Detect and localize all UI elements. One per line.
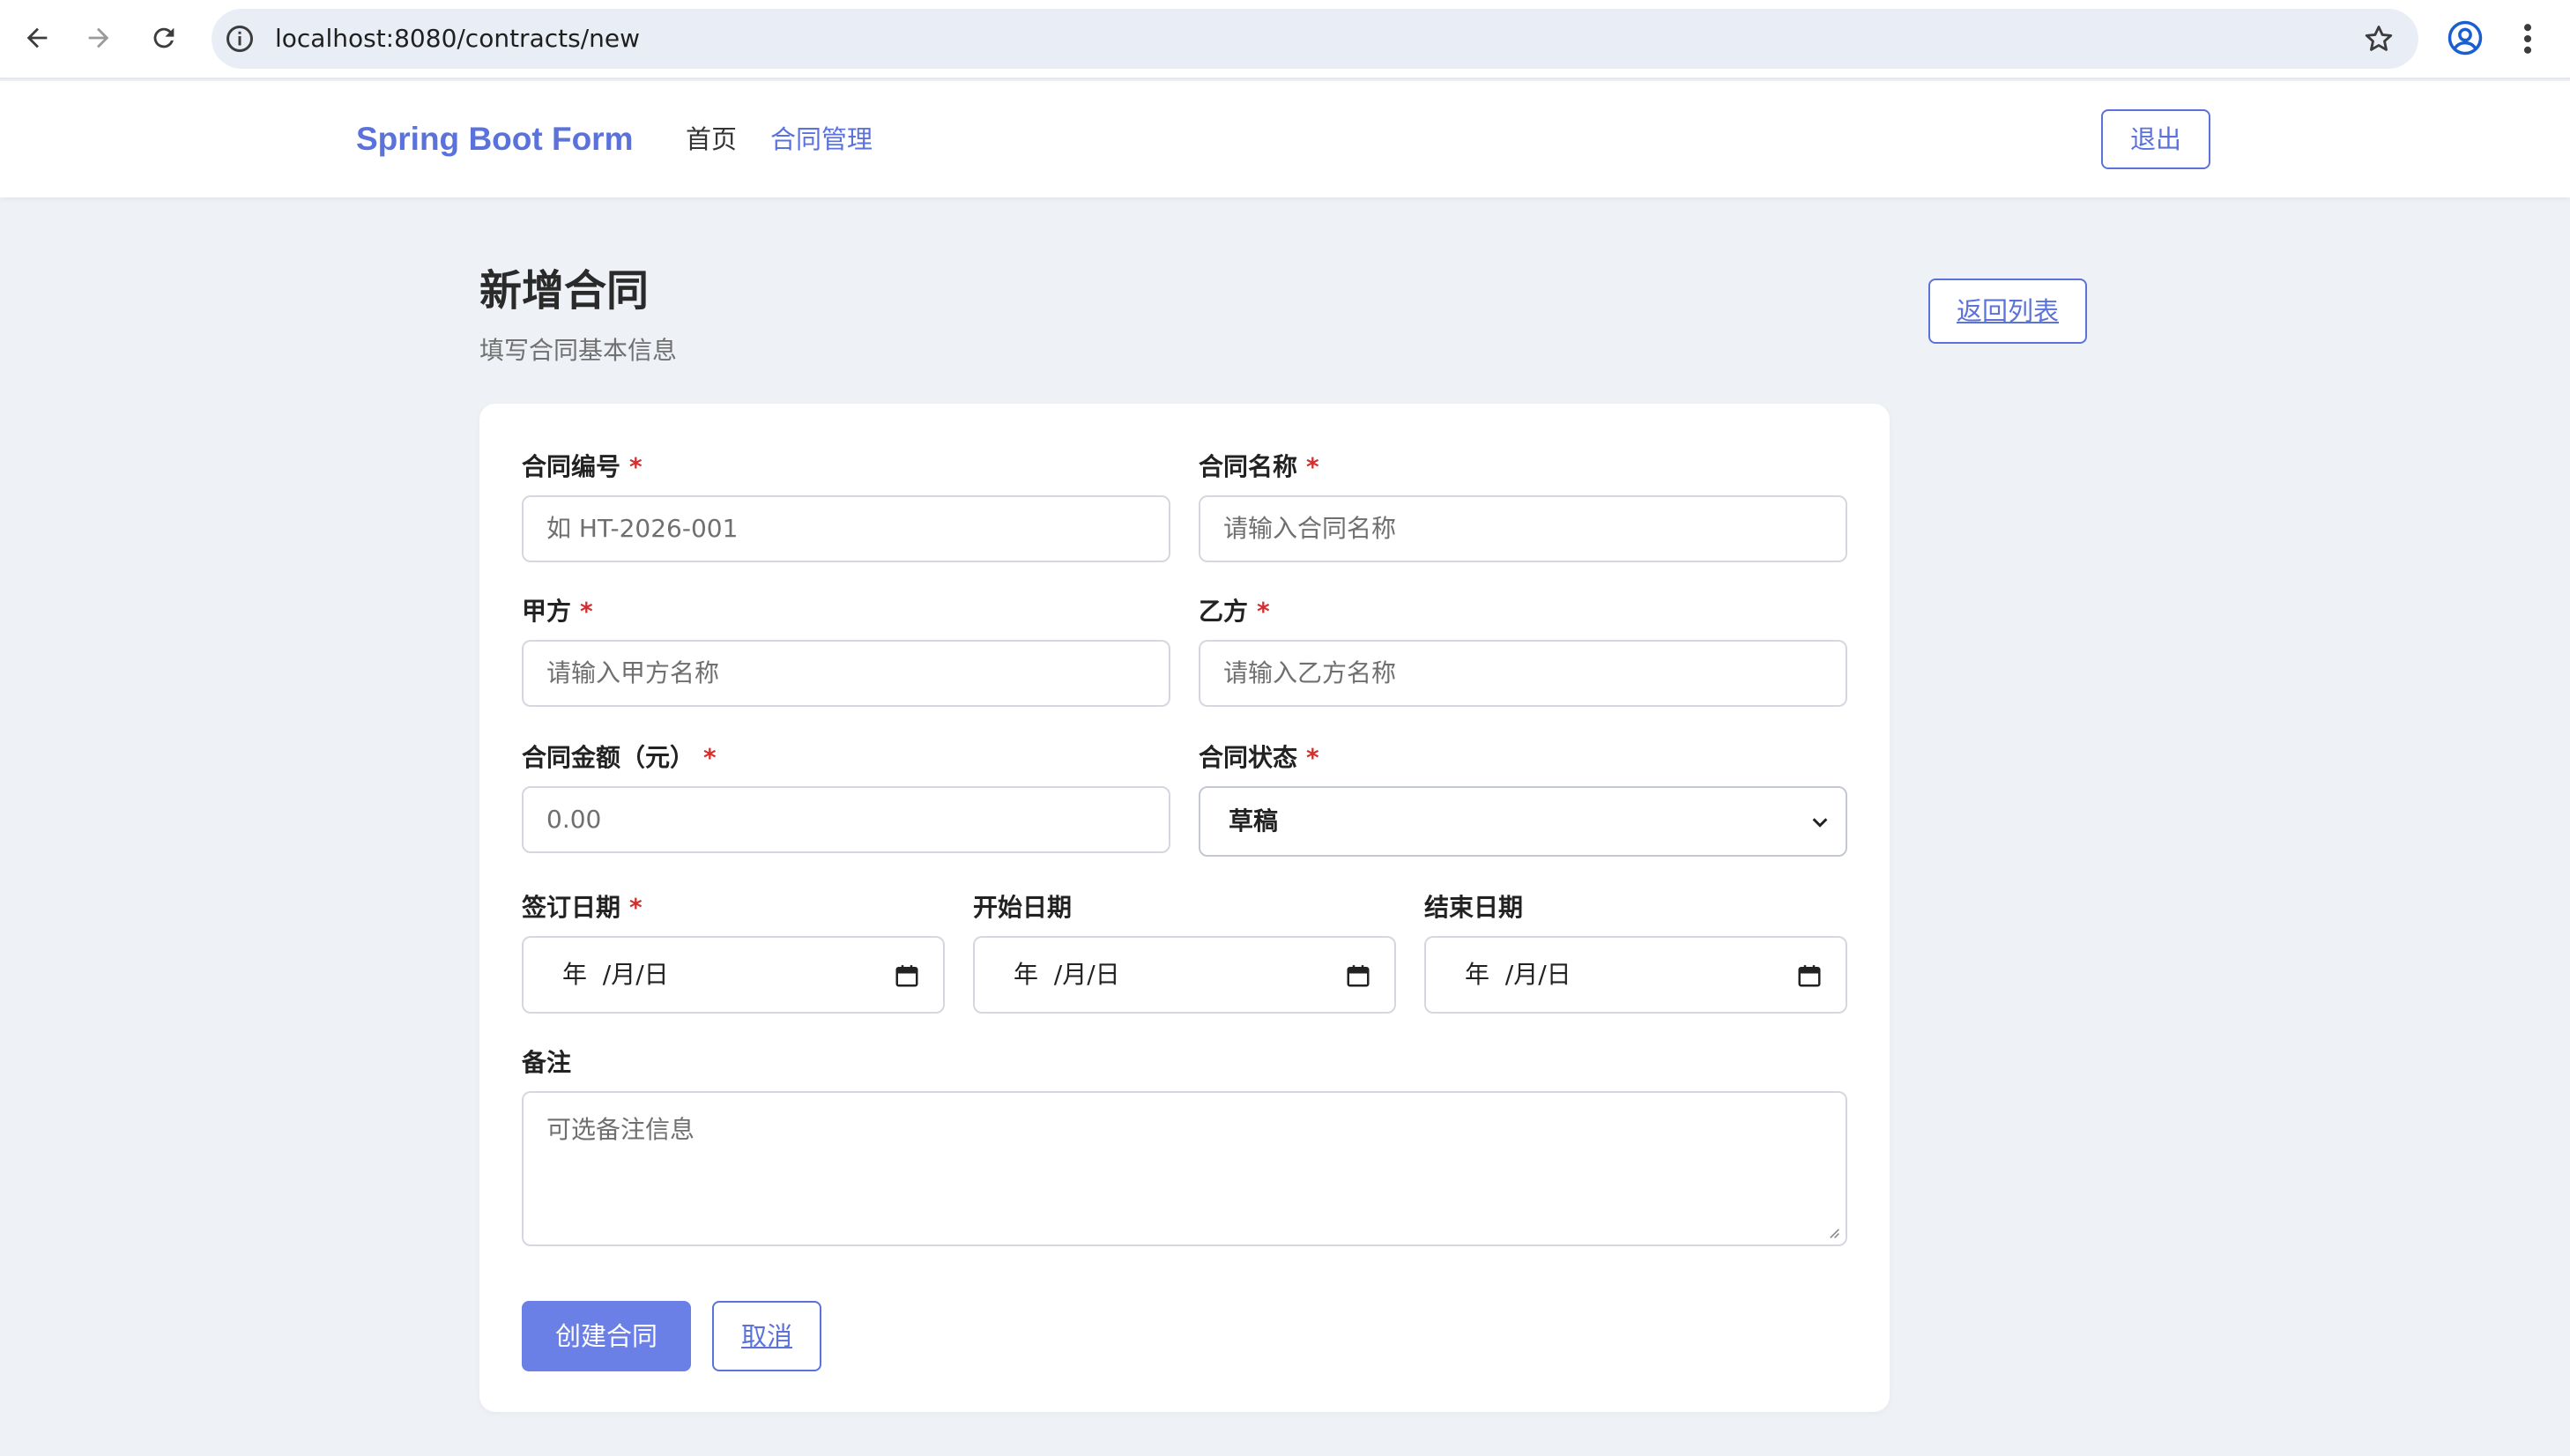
app-navbar: Spring Boot Form 首页 合同管理 退出 <box>0 81 2570 197</box>
status-select[interactable]: 草稿 <box>1199 786 1847 857</box>
party-b-label-text: 乙方 <box>1199 597 1249 626</box>
party-a-input[interactable]: 请输入甲方名称 <box>522 640 1170 707</box>
remark-label: 备注 <box>522 1044 571 1079</box>
party-b-placeholder: 请输入乙方名称 <box>1223 658 1397 687</box>
nav-link-home[interactable]: 首页 <box>686 81 737 197</box>
party-a-label-text: 甲方 <box>522 597 572 626</box>
nav-link-contracts[interactable]: 合同管理 <box>770 81 873 197</box>
browser-toolbar: localhost:8080/contracts/new <box>0 0 2570 79</box>
brand-logo-text[interactable]: Spring Boot Form <box>356 81 633 197</box>
address-bar[interactable]: localhost:8080/contracts/new <box>212 9 2418 69</box>
profile-icon[interactable] <box>2447 19 2484 56</box>
url-text[interactable]: localhost:8080/contracts/new <box>275 9 640 69</box>
sign-date-value: 年 /月/日 <box>562 960 669 989</box>
end-date-value: 年 /月/日 <box>1465 960 1571 989</box>
required-mark: * <box>1306 743 1319 772</box>
end-date-label: 结束日期 <box>1424 888 1523 924</box>
start-date-label-text: 开始日期 <box>973 893 1073 922</box>
logout-button[interactable]: 退出 <box>2101 109 2210 169</box>
end-date-label-text: 结束日期 <box>1424 893 1524 922</box>
contract-no-input[interactable]: 如 HT-2026-001 <box>522 495 1170 562</box>
amount-input[interactable]: 0.00 <box>522 786 1170 853</box>
contract-name-label-text: 合同名称 <box>1199 452 1298 481</box>
end-date-input[interactable]: 年 /月/日 <box>1424 936 1847 1014</box>
contract-no-placeholder: 如 HT-2026-001 <box>546 514 739 543</box>
calendar-icon[interactable] <box>894 962 920 989</box>
back-arrow-icon[interactable] <box>16 17 58 59</box>
page-subtitle: 填写合同基本信息 <box>479 336 678 365</box>
contract-no-label: 合同编号 * <box>522 448 642 483</box>
sign-date-label: 签订日期 * <box>522 888 642 924</box>
amount-label: 合同金额（元） * <box>522 739 717 774</box>
required-mark: * <box>1306 452 1319 481</box>
start-date-label: 开始日期 <box>973 888 1072 924</box>
contract-name-label: 合同名称 * <box>1199 448 1319 483</box>
party-a-placeholder: 请输入甲方名称 <box>546 658 720 687</box>
required-mark: * <box>629 893 642 922</box>
forward-arrow-icon[interactable] <box>78 17 120 59</box>
page-title: 新增合同 <box>479 266 650 316</box>
contract-form-card: 合同编号 * 如 HT-2026-001 合同名称 * 请输入合同名称 甲方 * 请输… <box>479 404 1890 1412</box>
status-label: 合同状态 * <box>1199 739 1319 774</box>
required-mark: * <box>580 597 593 626</box>
contract-name-input[interactable]: 请输入合同名称 <box>1199 495 1847 562</box>
required-mark: * <box>1257 597 1270 626</box>
site-info-icon[interactable] <box>224 23 256 55</box>
reload-icon[interactable] <box>143 17 185 59</box>
calendar-icon[interactable] <box>1345 962 1371 989</box>
menu-kebab-icon[interactable] <box>2517 19 2538 58</box>
calendar-icon[interactable] <box>1796 962 1823 989</box>
start-date-input[interactable]: 年 /月/日 <box>973 936 1396 1014</box>
remark-textarea[interactable]: 可选备注信息 <box>522 1091 1847 1246</box>
status-selected-value: 草稿 <box>1229 806 1279 836</box>
start-date-value: 年 /月/日 <box>1014 960 1120 989</box>
party-a-label: 甲方 * <box>522 592 593 628</box>
party-b-input[interactable]: 请输入乙方名称 <box>1199 640 1847 707</box>
status-label-text: 合同状态 <box>1199 743 1298 772</box>
create-contract-button[interactable]: 创建合同 <box>522 1301 691 1371</box>
required-mark: * <box>629 452 642 481</box>
required-mark: * <box>703 743 717 772</box>
amount-placeholder: 0.00 <box>546 805 602 834</box>
contract-name-placeholder: 请输入合同名称 <box>1223 514 1397 543</box>
remark-label-text: 备注 <box>522 1048 572 1077</box>
back-to-list-button[interactable]: 返回列表 <box>1928 279 2087 344</box>
party-b-label: 乙方 * <box>1199 592 1270 628</box>
resize-grip-icon[interactable] <box>1826 1225 1840 1239</box>
sign-date-input[interactable]: 年 /月/日 <box>522 936 945 1014</box>
amount-label-text: 合同金额（元） <box>522 743 695 772</box>
bookmark-star-icon[interactable] <box>2362 22 2395 56</box>
chevron-down-icon <box>1812 818 1828 828</box>
contract-no-label-text: 合同编号 <box>522 452 621 481</box>
sign-date-label-text: 签订日期 <box>522 893 621 922</box>
remark-placeholder: 可选备注信息 <box>546 1115 695 1144</box>
cancel-button[interactable]: 取消 <box>712 1301 821 1371</box>
